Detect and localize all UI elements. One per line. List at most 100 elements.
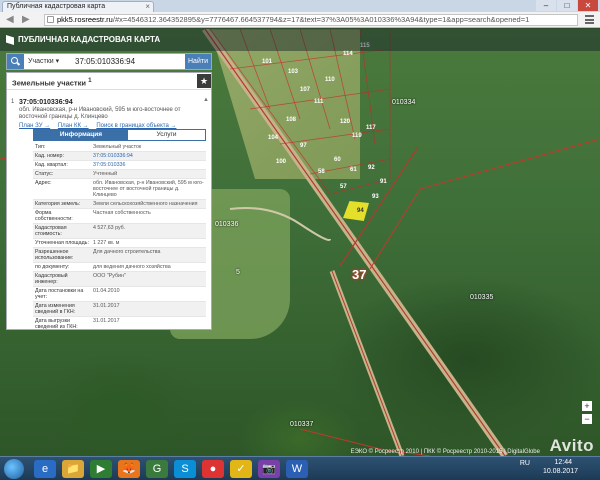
minimize-button[interactable]: – bbox=[536, 0, 556, 11]
quarter-label: 010336 bbox=[215, 221, 239, 228]
menu-icon[interactable] bbox=[585, 15, 594, 24]
folder-icon[interactable]: 📁 bbox=[62, 460, 84, 478]
info-label: Тип: bbox=[35, 144, 46, 150]
plot-number: 107 bbox=[300, 87, 311, 93]
info-label: Кад. квартал: bbox=[35, 162, 68, 168]
search-bar: Участки ▾ Найти bbox=[6, 53, 212, 70]
page-icon bbox=[47, 16, 54, 23]
quarter-label: 010335 bbox=[470, 294, 494, 301]
url-field[interactable]: pkk5.rosreestr.ru/#x=4546312.364352895&y… bbox=[44, 14, 578, 26]
browser-tab-bar: Публичная кадастровая карта × – □ ✕ bbox=[0, 0, 600, 12]
plot-number: 119 bbox=[352, 133, 362, 139]
info-value: Земельный участок bbox=[93, 144, 142, 150]
plot-number: 100 bbox=[276, 159, 287, 165]
info-row: Кад. квартал: 37:05:010336 bbox=[33, 161, 206, 170]
info-row: Разрешенное использование: Для дачного ст… bbox=[33, 248, 206, 263]
info-row: Уточненная площадь: 1 227 кв. м bbox=[33, 239, 206, 248]
map-logo-icon bbox=[6, 35, 14, 45]
info-row: Статус: Учтенный bbox=[33, 170, 206, 179]
road-number-label: 37 bbox=[352, 267, 367, 282]
plot-number: 97 bbox=[300, 143, 307, 149]
info-label: Форма собственности: bbox=[35, 210, 73, 222]
search-type-select[interactable]: Участки ▾ bbox=[26, 55, 68, 68]
word-icon[interactable]: W bbox=[286, 460, 308, 478]
info-row: Адрес: обл. Ивановская, р-н Ивановский, 5… bbox=[33, 179, 206, 200]
app-icon[interactable]: G bbox=[146, 460, 168, 478]
info-row: Дата выгрузки сведений из ГКН: 31.01.2017 bbox=[33, 317, 206, 329]
search-input[interactable] bbox=[69, 55, 187, 68]
quarter-label: 010334 bbox=[392, 99, 416, 106]
close-tab-icon[interactable]: × bbox=[145, 2, 150, 11]
forward-button[interactable]: ▶ bbox=[22, 14, 30, 25]
maximize-button[interactable]: □ bbox=[557, 0, 577, 11]
panel-header: Земельные участки 1 ★ bbox=[7, 73, 211, 90]
plot-number: 58 bbox=[318, 169, 325, 175]
info-label: Адрес: bbox=[35, 180, 52, 186]
app-title: ПУБЛИЧНАЯ КАДАСТРОВАЯ КАРТА bbox=[18, 35, 161, 44]
info-row: Категория земель: Земли сельскохозяйствен… bbox=[33, 200, 206, 209]
favorite-star-icon[interactable]: ★ bbox=[197, 74, 211, 88]
url-path: /#x=4546312.364352895&y=7776467.66453779… bbox=[112, 15, 530, 24]
result-count: 1 bbox=[88, 77, 92, 84]
info-label: Кадастровый инженер: bbox=[35, 273, 68, 285]
zoom-out-button[interactable]: − bbox=[582, 414, 592, 424]
plot-number: 111 bbox=[314, 99, 324, 105]
map-label: 5 bbox=[236, 269, 240, 276]
info-value: 31.01.2017 bbox=[93, 303, 120, 309]
plot-number: 120 bbox=[340, 119, 351, 125]
plot-number: 103 bbox=[288, 69, 299, 75]
find-button[interactable]: Найти bbox=[185, 54, 211, 69]
back-button[interactable]: ◀ bbox=[6, 14, 14, 25]
info-value: для ведения дачного хозяйства bbox=[93, 264, 171, 270]
taskbar: e 📁 ▶ 🦊 G S ● ✓ 📷 W RU 12:44 10.08.2017 bbox=[0, 456, 600, 480]
close-window-button[interactable]: ✕ bbox=[578, 0, 598, 11]
info-value[interactable]: 37:05:010336 bbox=[91, 161, 206, 169]
media-player-icon[interactable]: ▶ bbox=[90, 460, 112, 478]
windows-start-button[interactable] bbox=[4, 459, 24, 479]
zoom-controls: + − bbox=[582, 401, 592, 424]
info-value: обл. Ивановская, р-н Ивановский, 595 м ю… bbox=[93, 180, 204, 198]
plot-number: 101 bbox=[262, 59, 273, 65]
address-bar: ◀ ▶ pkk5.rosreestr.ru/#x=4546312.3643528… bbox=[0, 12, 600, 28]
result-address: обл. Ивановская, р-н Ивановский, 595 м ю… bbox=[19, 107, 181, 120]
ie-icon[interactable]: e bbox=[34, 460, 56, 478]
info-value: Для дачного строительства bbox=[93, 249, 161, 255]
search-result[interactable]: 1 37:05:010336:94 обл. Ивановская, р-н И… bbox=[11, 99, 204, 129]
info-label: Категория земель: bbox=[35, 201, 81, 207]
tab-services[interactable]: Услуги bbox=[128, 130, 205, 140]
clock-date[interactable]: 10.08.2017 bbox=[543, 468, 578, 475]
info-label: по документу: bbox=[35, 264, 70, 270]
plot-number: 104 bbox=[268, 135, 279, 141]
info-value[interactable]: 37:05:010336:94 bbox=[91, 152, 206, 160]
url-host: pkk5.rosreestr.ru bbox=[57, 15, 113, 24]
info-value: Учтенный bbox=[93, 171, 118, 177]
info-table: Тип: Земельный участок Кад. номер: 37:05:0… bbox=[33, 143, 206, 329]
info-value: Частная собственность bbox=[93, 210, 151, 216]
map-attribution: ЕЭКО © Росреестр 2010 | ПКК © Росреестр … bbox=[350, 449, 540, 455]
info-label: Кад. номер: bbox=[35, 153, 64, 159]
info-row: по документу: для ведения дачного хозяйст… bbox=[33, 263, 206, 272]
plot-number: 92 bbox=[368, 165, 375, 171]
zoom-in-button[interactable]: + bbox=[582, 401, 592, 411]
skype-icon[interactable]: S bbox=[174, 460, 196, 478]
opera-icon[interactable]: ● bbox=[202, 460, 224, 478]
info-row: Кадастровая стоимость: 4 527,63 руб. bbox=[33, 224, 206, 239]
info-value: Земли сельскохозяйственного назначения bbox=[93, 201, 198, 207]
info-label: Дата постановки на учет: bbox=[35, 288, 84, 300]
plot-number: 117 bbox=[366, 125, 376, 131]
dirt-track bbox=[229, 207, 331, 241]
plot-number: 108 bbox=[286, 117, 297, 123]
viber-icon[interactable]: 📷 bbox=[258, 460, 280, 478]
app-header: ПУБЛИЧНАЯ КАДАСТРОВАЯ КАРТА bbox=[0, 29, 600, 51]
browser-tab[interactable]: Публичная кадастровая карта × bbox=[2, 1, 154, 12]
firefox-icon[interactable]: 🦊 bbox=[118, 460, 140, 478]
language-indicator[interactable]: RU bbox=[520, 460, 530, 467]
window-controls: – □ ✕ bbox=[536, 0, 598, 11]
avito-watermark: Avito bbox=[549, 436, 594, 455]
app-icon[interactable]: ✓ bbox=[230, 460, 252, 478]
search-icon[interactable] bbox=[7, 54, 24, 69]
info-row: Форма собственности: Частная собственност… bbox=[33, 209, 206, 224]
tab-information[interactable]: Информация bbox=[34, 130, 128, 140]
info-value: 1 227 кв. м bbox=[93, 240, 120, 246]
clock-time[interactable]: 12:44 bbox=[554, 459, 572, 466]
